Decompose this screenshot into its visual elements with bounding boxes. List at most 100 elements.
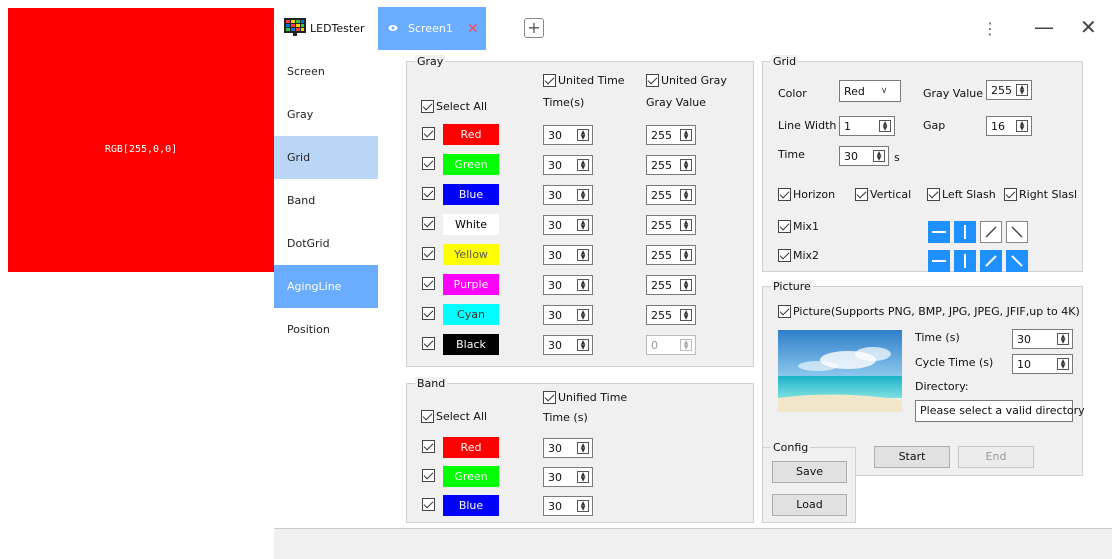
spin-arrows-icon[interactable]: ▲ ▼ xyxy=(577,219,589,231)
grid-color-select[interactable]: Red ∨ xyxy=(839,80,901,102)
grid-time-spinbox[interactable]: 30 ▲ ▼ xyxy=(839,146,889,166)
gray-value-spinbox[interactable]: 0 ▲ ▼ xyxy=(646,335,696,355)
mix1-horizontal-line-icon[interactable] xyxy=(928,221,950,243)
grid-line-width-spinbox[interactable]: 1 ▲ ▼ xyxy=(839,116,895,136)
gray-value-spinbox[interactable]: 255 ▲ ▼ xyxy=(646,275,696,295)
gray-row-checkbox[interactable] xyxy=(422,157,435,170)
gray-value-spinbox[interactable]: 255 ▲ ▼ xyxy=(646,215,696,235)
spin-arrows-icon[interactable]: ▲ ▼ xyxy=(680,159,692,171)
mix1-vertical-line-icon[interactable] xyxy=(954,221,976,243)
spin-arrows-icon[interactable]: ▲ ▼ xyxy=(1057,333,1069,345)
mix1-left-slash-icon[interactable] xyxy=(980,221,1002,243)
spin-arrows-icon[interactable]: ▲ ▼ xyxy=(680,189,692,201)
grid-gap-spinbox[interactable]: 16 ▲ ▼ xyxy=(986,116,1032,136)
close-window-button[interactable]: ✕ xyxy=(1080,15,1097,39)
mix2-horizontal-line-icon[interactable] xyxy=(928,250,950,272)
spin-arrows-icon[interactable]: ▲ ▼ xyxy=(680,339,692,351)
band-row-checkbox[interactable] xyxy=(422,498,435,511)
gray-value-spinbox[interactable]: 255 ▲ ▼ xyxy=(646,305,696,325)
tab-screen1[interactable]: Screen1 ✕ xyxy=(378,7,486,50)
spin-arrows-icon[interactable]: ▲ ▼ xyxy=(577,442,589,454)
picture-checkbox[interactable]: Picture(Supports PNG, BMP, JPG, JPEG, JF… xyxy=(778,305,1080,318)
end-button[interactable]: End xyxy=(958,446,1034,468)
gray-row-checkbox[interactable] xyxy=(422,247,435,260)
horizon-checkbox[interactable]: Horizon xyxy=(778,188,835,201)
mix2-vertical-line-icon[interactable] xyxy=(954,250,976,272)
spin-arrows-icon[interactable]: ▲ ▼ xyxy=(577,279,589,291)
sidebar-item-position[interactable]: Position xyxy=(274,308,378,351)
band-row-checkbox[interactable] xyxy=(422,469,435,482)
sidebar-item-grid[interactable]: Grid xyxy=(274,136,378,179)
gray-time-spinbox[interactable]: 30 ▲ ▼ xyxy=(543,155,593,175)
band-time-spinbox[interactable]: 30 ▲ ▼ xyxy=(543,496,593,516)
gray-row-checkbox[interactable] xyxy=(422,127,435,140)
left-slash-checkbox[interactable]: Left Slash xyxy=(927,188,996,201)
sidebar-item-screen[interactable]: Screen xyxy=(274,50,378,93)
mix1-checkbox[interactable]: Mix1 xyxy=(778,220,819,233)
spin-arrows-icon[interactable]: ▲ ▼ xyxy=(680,129,692,141)
spin-arrows-icon[interactable]: ▲ ▼ xyxy=(577,471,589,483)
tab-close-icon[interactable]: ✕ xyxy=(467,21,479,37)
sidebar-item-band[interactable]: Band xyxy=(274,179,378,222)
spin-arrows-icon[interactable]: ▲ ▼ xyxy=(577,500,589,512)
spin-arrows-icon[interactable]: ▲ ▼ xyxy=(577,309,589,321)
band-time-spinbox[interactable]: 30 ▲ ▼ xyxy=(543,467,593,487)
start-button[interactable]: Start xyxy=(874,446,950,468)
spin-arrows-icon[interactable]: ▲ ▼ xyxy=(577,129,589,141)
mix1-right-slash-icon[interactable] xyxy=(1006,221,1028,243)
minimize-button[interactable]: — xyxy=(1034,15,1054,39)
load-button[interactable]: Load xyxy=(772,494,847,516)
gray-time-spinbox[interactable]: 30 ▲ ▼ xyxy=(543,245,593,265)
spin-arrows-icon[interactable]: ▲ ▼ xyxy=(1016,84,1028,96)
sidebar-item-gray[interactable]: Gray xyxy=(274,93,378,136)
spin-arrows-icon[interactable]: ▲ ▼ xyxy=(577,189,589,201)
mix2-left-slash-icon[interactable] xyxy=(980,250,1002,272)
gray-time-spinbox[interactable]: 30 ▲ ▼ xyxy=(543,305,593,325)
gray-select-all-checkbox[interactable]: Select All xyxy=(421,100,487,113)
gray-row-checkbox[interactable] xyxy=(422,187,435,200)
picture-time-spinbox[interactable]: 30 ▲ ▼ xyxy=(1012,329,1073,349)
gray-time-spinbox[interactable]: 30 ▲ ▼ xyxy=(543,275,593,295)
directory-field[interactable]: Please select a valid directory xyxy=(915,400,1085,422)
gray-value-spinbox[interactable]: 255 ▲ ▼ xyxy=(646,155,696,175)
gray-time-spinbox[interactable]: 30 ▲ ▼ xyxy=(543,335,593,355)
gray-row-checkbox[interactable] xyxy=(422,337,435,350)
more-options-icon[interactable]: ⋮ xyxy=(982,19,998,38)
right-slash-checkbox[interactable]: Right Slasl xyxy=(1004,188,1082,201)
grid-gray-value-spinbox[interactable]: 255 ▲ ▼ xyxy=(986,80,1032,100)
spin-arrows-icon[interactable]: ▲ ▼ xyxy=(680,249,692,261)
band-row-checkbox[interactable] xyxy=(422,440,435,453)
spin-arrows-icon[interactable]: ▲ ▼ xyxy=(1016,120,1028,132)
gray-value-spinbox[interactable]: 255 ▲ ▼ xyxy=(646,125,696,145)
gray-row-checkbox[interactable] xyxy=(422,307,435,320)
mix2-checkbox[interactable]: Mix2 xyxy=(778,249,819,262)
united-time-checkbox[interactable]: United Time xyxy=(543,74,625,87)
mix2-right-slash-icon[interactable] xyxy=(1006,250,1028,272)
unified-time-checkbox[interactable]: Unified Time xyxy=(543,391,627,404)
spin-arrows-icon[interactable]: ▲ ▼ xyxy=(680,279,692,291)
gray-time-spinbox[interactable]: 30 ▲ ▼ xyxy=(543,125,593,145)
gray-value-spinbox[interactable]: 255 ▲ ▼ xyxy=(646,245,696,265)
spin-arrows-icon[interactable]: ▲ ▼ xyxy=(873,150,885,162)
gray-value-spinbox[interactable]: 255 ▲ ▼ xyxy=(646,185,696,205)
gray-time-spinbox[interactable]: 30 ▲ ▼ xyxy=(543,215,593,235)
spin-arrows-icon[interactable]: ▲ ▼ xyxy=(1057,358,1069,370)
spin-arrows-icon[interactable]: ▲ ▼ xyxy=(680,309,692,321)
save-button[interactable]: Save xyxy=(772,461,847,483)
spin-arrows-icon[interactable]: ▲ ▼ xyxy=(577,249,589,261)
spin-arrows-icon[interactable]: ▲ ▼ xyxy=(680,219,692,231)
band-select-all-checkbox[interactable]: Select All xyxy=(421,410,487,423)
band-time-spinbox[interactable]: 30 ▲ ▼ xyxy=(543,438,593,458)
gray-row-checkbox[interactable] xyxy=(422,277,435,290)
spin-arrows-icon[interactable]: ▲ ▼ xyxy=(577,159,589,171)
sidebar-item-agingline[interactable]: AgingLine xyxy=(274,265,378,308)
cycle-time-spinbox[interactable]: 10 ▲ ▼ xyxy=(1012,354,1073,374)
gray-time-spinbox[interactable]: 30 ▲ ▼ xyxy=(543,185,593,205)
add-tab-button[interactable]: + xyxy=(524,18,544,38)
spin-arrows-icon[interactable]: ▲ ▼ xyxy=(879,120,891,132)
gray-row-checkbox[interactable] xyxy=(422,217,435,230)
vertical-checkbox[interactable]: Vertical xyxy=(855,188,911,201)
spin-arrows-icon[interactable]: ▲ ▼ xyxy=(577,339,589,351)
united-gray-checkbox[interactable]: United Gray xyxy=(646,74,727,87)
sidebar-item-dotgrid[interactable]: DotGrid xyxy=(274,222,378,265)
